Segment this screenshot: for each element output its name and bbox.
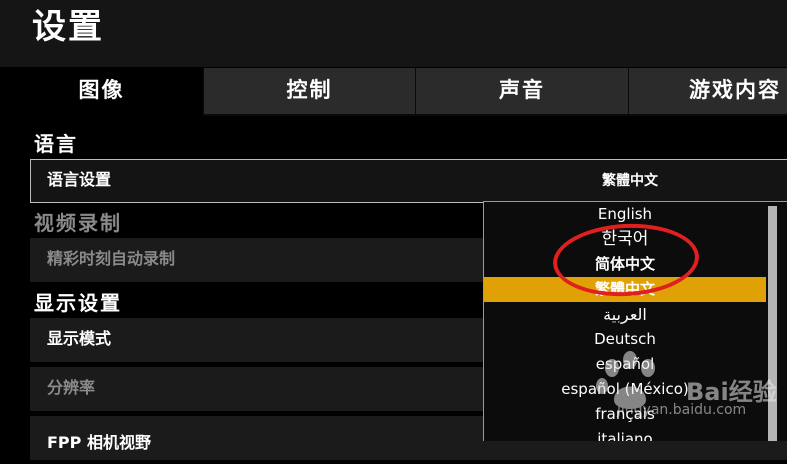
resolution-label: 分辨率 xyxy=(47,378,96,397)
language-setting-row[interactable]: 语言设置 繁體中文 xyxy=(30,159,787,203)
tab-graphics[interactable]: 图像 xyxy=(0,68,203,116)
page-title: 设置 xyxy=(32,7,104,47)
highlight-auto-record-label: 精彩时刻自动录制 xyxy=(47,249,176,268)
language-setting-value: 繁體中文 xyxy=(602,173,658,189)
watermark-url: jingyan.baidu.com xyxy=(617,402,747,418)
baidu-watermark: Bai经验 jingyan.baidu.com xyxy=(590,350,787,425)
tab-game-content[interactable]: 游戏内容 xyxy=(628,68,787,116)
display-mode-label: 显示模式 xyxy=(47,329,112,348)
language-option-german[interactable]: Deutsch xyxy=(484,327,766,352)
header-bar: 设置 xyxy=(0,0,787,67)
section-title-video-recording: 视频录制 xyxy=(34,211,122,235)
fpp-camera-fov-label: FPP 相机视野 xyxy=(47,433,151,452)
tab-controls[interactable]: 控制 xyxy=(203,68,415,116)
section-title-display: 显示设置 xyxy=(34,291,122,315)
language-option-arabic[interactable]: العربية xyxy=(484,302,766,327)
language-setting-label: 语言设置 xyxy=(47,170,112,189)
tab-bar: 图像 控制 声音 游戏内容 xyxy=(0,68,787,116)
tab-sound[interactable]: 声音 xyxy=(415,68,628,116)
language-option-italian[interactable]: italiano xyxy=(484,427,766,441)
section-title-language: 语言 xyxy=(34,132,78,156)
